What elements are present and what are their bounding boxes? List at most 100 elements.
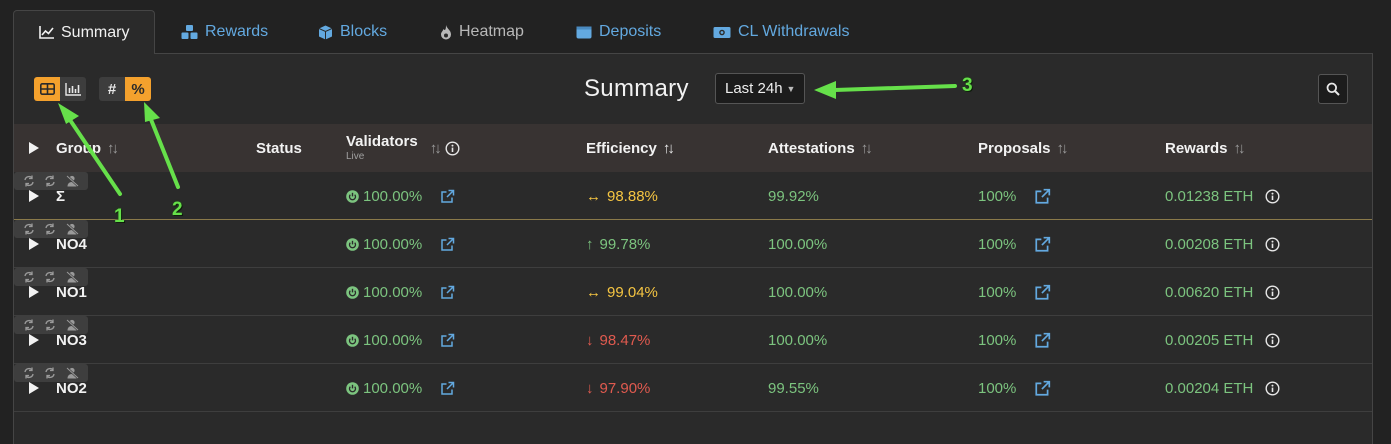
user-slash-icon xyxy=(66,175,79,187)
row-expand-toggle[interactable] xyxy=(29,238,39,250)
tab-rewards[interactable]: Rewards xyxy=(181,10,268,54)
percent-mode-button[interactable]: % xyxy=(125,77,151,101)
validators-cell: 100.00% xyxy=(346,172,455,220)
efficiency-value: 98.47% xyxy=(599,331,651,349)
trend-icon: ↔ xyxy=(586,283,601,301)
tab-cl-withdrawals-label: CL Withdrawals xyxy=(738,23,850,40)
proposals-cell: 100% xyxy=(978,364,1051,412)
sync-icon xyxy=(23,367,35,379)
external-link-icon[interactable] xyxy=(440,333,455,348)
column-efficiency[interactable]: Efficiency ↑↓ xyxy=(586,124,675,172)
column-validators-sublabel: Live xyxy=(346,151,365,163)
external-link-icon[interactable] xyxy=(1034,284,1051,301)
info-icon[interactable] xyxy=(1265,332,1280,348)
absolute-mode-button[interactable]: # xyxy=(99,77,125,101)
info-icon[interactable] xyxy=(1265,284,1280,300)
table-row: NO2 100.00% ↓ 97.90% 99.55% 100% 0.00204… xyxy=(14,364,1372,412)
tab-bar: Summary Rewards Blocks Heatmap Deposits … xyxy=(0,0,1391,54)
sync-icon xyxy=(44,319,56,331)
sort-icon[interactable]: ↑↓ xyxy=(1234,140,1246,157)
value-mode-toggle: # % xyxy=(99,77,151,101)
rewards-value: 0.00205 ETH xyxy=(1165,331,1254,349)
column-efficiency-label: Efficiency xyxy=(586,139,657,157)
external-link-icon[interactable] xyxy=(440,381,455,396)
column-attestations[interactable]: Attestations ↑↓ xyxy=(768,124,873,172)
table-row: Σ 100.00% ↔ 98.88% 99.92% 100% 0.01238 E… xyxy=(14,172,1372,220)
tab-heatmap-label: Heatmap xyxy=(459,23,524,40)
column-validators[interactable]: Validators Live ↑↓ xyxy=(346,124,460,172)
rewards-value: 0.00208 ETH xyxy=(1165,235,1254,253)
summary-panel: # % Summary Last 24h ▼ Group ↑↓ Status V… xyxy=(13,53,1373,444)
column-status: Status xyxy=(256,124,302,172)
attestations-value: 100.00% xyxy=(768,235,828,253)
table-view-button[interactable] xyxy=(34,77,60,101)
rewards-value: 0.00204 ETH xyxy=(1165,379,1254,397)
column-validators-title: Validators Live xyxy=(346,133,418,163)
efficiency-cell: ↓ 98.47% xyxy=(586,316,650,364)
attestations-value: 100.00% xyxy=(768,283,828,301)
search-icon xyxy=(1326,82,1340,96)
search-button[interactable] xyxy=(1318,74,1348,104)
rewards-cell: 0.00620 ETH xyxy=(1165,268,1280,316)
group-name: Σ xyxy=(56,187,66,205)
sort-icon[interactable]: ↑↓ xyxy=(107,140,119,157)
attestations-value: 99.55% xyxy=(768,379,819,397)
expand-all-toggle[interactable] xyxy=(29,142,39,154)
sort-icon[interactable]: ↑↓ xyxy=(663,140,675,157)
external-link-icon[interactable] xyxy=(440,237,455,252)
column-attestations-label: Attestations xyxy=(768,139,855,157)
tab-deposits[interactable]: Deposits xyxy=(576,10,661,54)
info-icon[interactable] xyxy=(1265,188,1280,204)
attestations-value: 99.92% xyxy=(768,187,819,205)
column-group[interactable]: Group ↑↓ xyxy=(56,124,119,172)
table-icon xyxy=(39,83,55,95)
tab-cl-withdrawals[interactable]: CL Withdrawals xyxy=(713,10,849,54)
annotation-label-2: 2 xyxy=(172,199,183,220)
row-expand-toggle[interactable] xyxy=(29,382,39,394)
rewards-cell: 0.00205 ETH xyxy=(1165,316,1280,364)
external-link-icon[interactable] xyxy=(1034,236,1051,253)
external-link-icon[interactable] xyxy=(440,189,455,204)
info-icon[interactable] xyxy=(1265,236,1280,252)
validators-cell: 100.00% xyxy=(346,364,455,412)
trend-icon: ↔ xyxy=(586,187,601,205)
period-select[interactable]: Last 24h ▼ xyxy=(715,73,806,104)
row-expand-toggle[interactable] xyxy=(29,190,39,202)
tab-blocks-label: Blocks xyxy=(340,23,388,40)
efficiency-value: 98.88% xyxy=(607,187,658,205)
group-name: NO4 xyxy=(56,235,87,253)
tab-blocks[interactable]: Blocks xyxy=(318,10,387,54)
view-mode-toggle xyxy=(34,77,86,101)
external-link-icon[interactable] xyxy=(440,285,455,300)
sort-icon[interactable]: ↑↓ xyxy=(861,140,873,157)
rewards-cell: 0.00208 ETH xyxy=(1165,220,1280,268)
chart-view-button[interactable] xyxy=(60,77,86,101)
group-name: NO1 xyxy=(56,283,87,301)
column-proposals[interactable]: Proposals ↑↓ xyxy=(978,124,1069,172)
external-link-icon[interactable] xyxy=(1034,188,1051,205)
sort-icon[interactable]: ↑↓ xyxy=(1057,140,1069,157)
validators-live-percent: 100.00% xyxy=(363,283,423,301)
wallet-icon xyxy=(576,26,592,39)
row-expand-toggle[interactable] xyxy=(29,286,39,298)
sync-icon xyxy=(23,175,35,187)
proposals-cell: 100% xyxy=(978,220,1051,268)
column-rewards-label: Rewards xyxy=(1165,139,1228,157)
rewards-value: 0.00620 ETH xyxy=(1165,283,1254,301)
row-expand-toggle[interactable] xyxy=(29,334,39,346)
sort-icon[interactable]: ↑↓ xyxy=(430,140,442,157)
power-icon xyxy=(346,381,359,395)
money-bill-icon xyxy=(713,26,731,38)
external-link-icon[interactable] xyxy=(1034,380,1051,397)
tab-summary[interactable]: Summary xyxy=(13,10,155,54)
info-icon[interactable] xyxy=(1265,380,1280,396)
external-link-icon[interactable] xyxy=(1034,332,1051,349)
proposals-cell: 100% xyxy=(978,172,1051,220)
tab-summary-label: Summary xyxy=(61,23,130,41)
info-icon[interactable] xyxy=(445,140,460,156)
proposals-value: 100% xyxy=(978,283,1017,301)
column-rewards[interactable]: Rewards ↑↓ xyxy=(1165,124,1246,172)
efficiency-value: 97.90% xyxy=(599,379,651,397)
validators-cell: 100.00% xyxy=(346,268,455,316)
tab-heatmap[interactable]: Heatmap xyxy=(440,10,524,54)
